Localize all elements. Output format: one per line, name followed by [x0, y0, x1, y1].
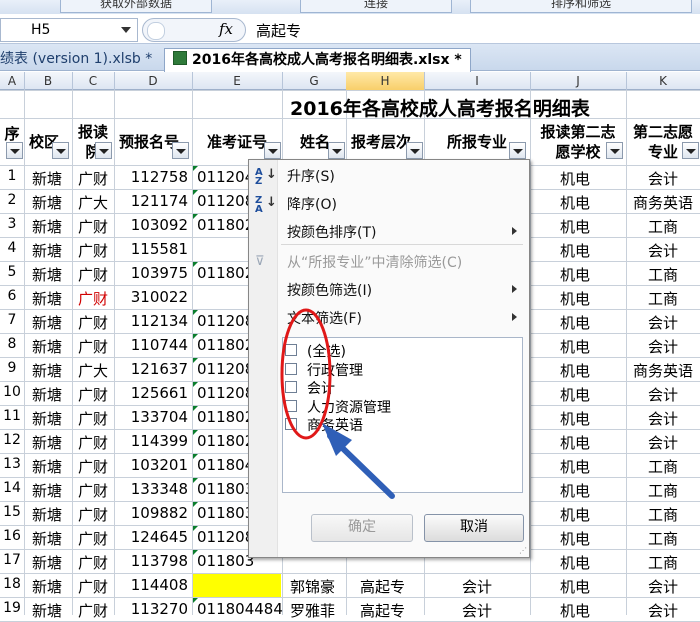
annotation-overlay: [280, 308, 395, 499]
highlight-ellipse: [280, 308, 332, 440]
